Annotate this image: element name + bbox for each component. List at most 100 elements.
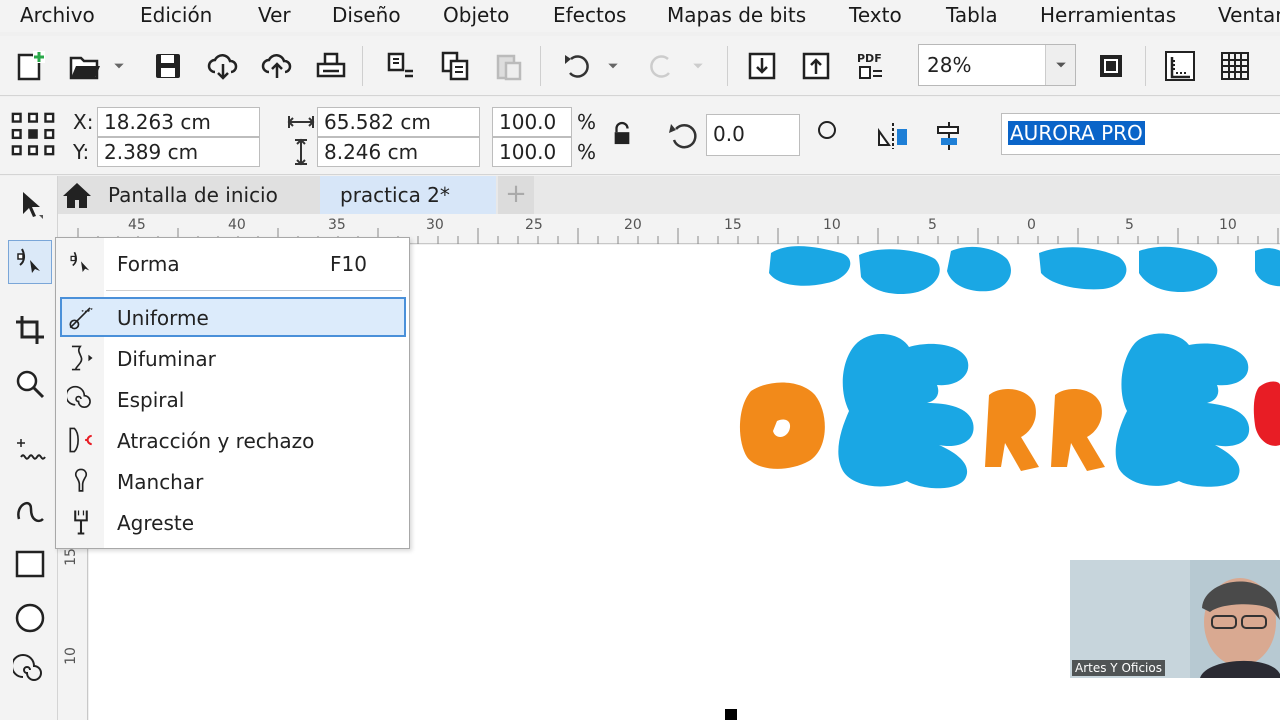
- undo-icon[interactable]: [558, 46, 598, 86]
- smooth-tool-icon: [66, 302, 96, 332]
- scale-x-field[interactable]: 100.0: [492, 107, 572, 137]
- degree-icon: [818, 121, 836, 139]
- paste-icon[interactable]: [489, 46, 529, 86]
- undo-dropdown-icon[interactable]: [598, 46, 628, 86]
- redo-icon[interactable]: [641, 46, 681, 86]
- save-icon[interactable]: [148, 46, 188, 86]
- shape-tool[interactable]: [8, 240, 52, 284]
- flyout-item-label: Difuminar: [117, 347, 216, 371]
- blob-letter-blue-e: [838, 333, 974, 489]
- standard-toolbar: PDF 28%: [0, 36, 1280, 96]
- attract-repel-tool-icon: [66, 425, 96, 455]
- pdf-icon[interactable]: PDF: [851, 46, 891, 86]
- copy-icon[interactable]: [435, 46, 475, 86]
- toolbar-separator: [727, 46, 728, 86]
- width-field[interactable]: 65.582 cm: [317, 107, 480, 137]
- menu-diseno[interactable]: Diseño: [332, 3, 401, 27]
- flyout-item-label: Espiral: [117, 388, 185, 412]
- rectangle-tool[interactable]: [8, 542, 52, 586]
- print-icon[interactable]: [311, 46, 351, 86]
- flyout-item-manchar[interactable]: Manchar: [60, 461, 406, 501]
- menu-texto[interactable]: Texto: [849, 3, 902, 27]
- menu-edicion[interactable]: Edición: [140, 3, 212, 27]
- menu-bar: Archivo Edición Ver Diseño Objeto Efecto…: [0, 0, 1280, 32]
- lock-ratio-icon[interactable]: [611, 121, 633, 151]
- redo-dropdown-icon[interactable]: [683, 46, 713, 86]
- height-field[interactable]: 8.246 cm: [317, 137, 480, 167]
- new-document-icon[interactable]: [10, 46, 50, 86]
- menu-mapas-de-bits[interactable]: Mapas de bits: [667, 3, 806, 27]
- twirl-tool-icon: [66, 384, 96, 414]
- menu-ver[interactable]: Ver: [258, 3, 291, 27]
- import-icon[interactable]: [742, 46, 782, 86]
- menu-archivo[interactable]: Archivo: [20, 3, 95, 27]
- chevron-down-icon[interactable]: [1045, 45, 1075, 85]
- zoom-tool[interactable]: [8, 362, 52, 406]
- menu-efectos[interactable]: Efectos: [553, 3, 626, 27]
- spiral-polygon-tool[interactable]: [8, 648, 52, 692]
- flyout-item-forma[interactable]: Forma F10: [60, 243, 406, 283]
- open-icon[interactable]: [64, 46, 104, 86]
- toolbar-separator: [362, 46, 363, 86]
- toolbox: [0, 176, 58, 720]
- flyout-item-uniforme[interactable]: Uniforme: [60, 297, 406, 337]
- cut-icon[interactable]: [380, 46, 420, 86]
- crop-tool[interactable]: [8, 308, 52, 352]
- flyout-item-label: Manchar: [117, 470, 204, 494]
- x-position-field[interactable]: 18.263 cm: [97, 107, 260, 137]
- tab-pantalla-de-inicio[interactable]: Pantalla de inicio: [58, 176, 320, 214]
- object-origin-icon[interactable]: [10, 111, 58, 159]
- menu-herramientas[interactable]: Herramientas: [1040, 3, 1176, 27]
- align-distribute-icon[interactable]: [932, 119, 966, 157]
- flyout-item-difuminar[interactable]: Difuminar: [60, 338, 406, 378]
- y-position-field[interactable]: 2.389 cm: [97, 137, 260, 167]
- shape-tools-flyout: Forma F10 Uniforme Difuminar Espiral Atr…: [55, 237, 410, 549]
- document-tabs: Pantalla de inicio practica 2* +: [58, 176, 1280, 214]
- export-icon[interactable]: [796, 46, 836, 86]
- ellipse-tool[interactable]: [8, 596, 52, 640]
- mirror-icon[interactable]: [876, 119, 910, 157]
- dropdown-arrow-icon[interactable]: [104, 46, 134, 86]
- tab-practica-2[interactable]: practica 2*: [320, 176, 496, 214]
- bezier-tool[interactable]: [8, 488, 52, 532]
- cloud-download-icon[interactable]: [203, 46, 243, 86]
- blob-letter-orange-r: [985, 389, 1039, 471]
- zoom-value: 28%: [927, 53, 972, 77]
- font-name-field[interactable]: AURORA PRO: [1001, 113, 1280, 155]
- roughen-tool-icon: [66, 507, 96, 537]
- cloud-upload-icon[interactable]: [257, 46, 297, 86]
- shape-tool-icon: [66, 248, 96, 278]
- grid-icon[interactable]: [1215, 46, 1255, 86]
- rulers-icon[interactable]: [1160, 46, 1200, 86]
- pick-tool[interactable]: [8, 182, 52, 226]
- zoom-level-select[interactable]: 28%: [918, 44, 1076, 86]
- flyout-item-shortcut: F10: [330, 252, 367, 276]
- ruler-label: 15: [62, 548, 79, 566]
- blob-text-top-row: [769, 246, 1280, 295]
- new-tab-button[interactable]: +: [498, 176, 534, 214]
- webcam-overlay: Artes Y Oficios: [1070, 560, 1280, 678]
- rotation-icon: [668, 119, 702, 157]
- home-icon: [62, 181, 92, 213]
- smear-tool-icon: [66, 343, 96, 373]
- menu-tabla[interactable]: Tabla: [946, 3, 998, 27]
- flyout-item-espiral[interactable]: Espiral: [60, 379, 406, 419]
- tab-label: Pantalla de inicio: [108, 183, 278, 207]
- blob-letter-blue-e: [1115, 333, 1250, 487]
- font-name-selected-text: AURORA PRO: [1008, 121, 1145, 145]
- svg-text:PDF: PDF: [857, 52, 882, 65]
- ruler-label: 10: [62, 647, 79, 665]
- selection-handle[interactable]: [725, 709, 737, 720]
- freehand-tool[interactable]: [8, 430, 52, 474]
- smudge-tool-icon: [66, 466, 96, 496]
- flyout-item-atraccion-y-rechazo[interactable]: Atracción y rechazo: [60, 420, 406, 460]
- rotation-field[interactable]: 0.0: [706, 114, 800, 156]
- percent-label: %: [577, 110, 597, 134]
- percent-label: %: [577, 140, 597, 164]
- flyout-item-label: Atracción y rechazo: [117, 429, 315, 453]
- flyout-item-agreste[interactable]: Agreste: [60, 502, 406, 542]
- menu-objeto[interactable]: Objeto: [443, 3, 509, 27]
- full-screen-icon[interactable]: [1091, 46, 1131, 86]
- menu-ventana[interactable]: Ventana: [1218, 3, 1280, 27]
- scale-y-field[interactable]: 100.0: [492, 137, 572, 167]
